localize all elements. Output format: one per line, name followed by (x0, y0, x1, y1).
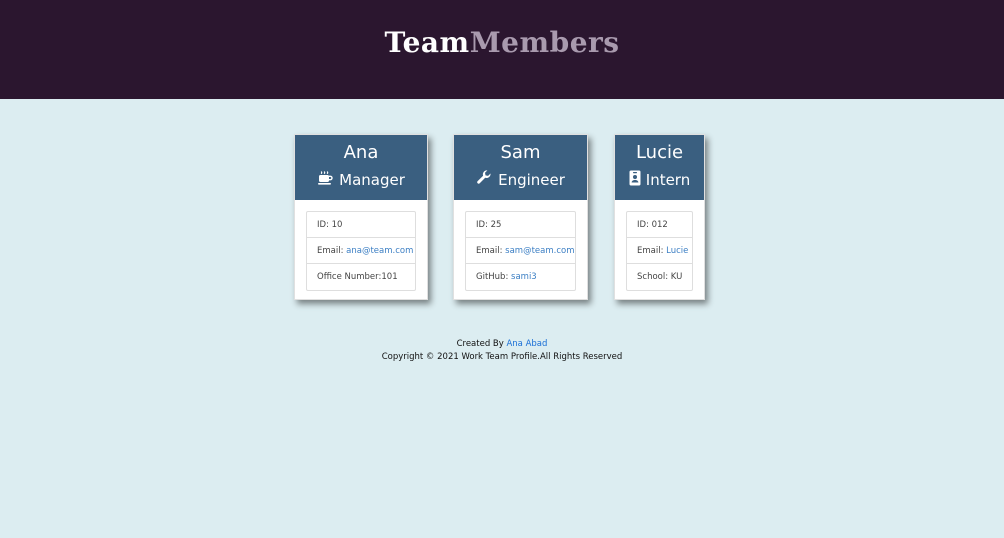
github-label: GitHub: (476, 272, 512, 282)
page-footer: Created By Ana Abad Copyright © 2021 Wor… (0, 338, 1004, 364)
office-number-value: 101 (381, 272, 398, 282)
employee-email-row: Email: Lucie (627, 238, 692, 264)
page-header: TeamMembers (0, 0, 1004, 99)
employee-name: Lucie (635, 142, 684, 163)
email-label: Email: (317, 246, 347, 256)
wrench-icon (476, 170, 492, 190)
role-label: Engineer (498, 171, 565, 189)
role-label: Intern (645, 171, 691, 189)
employee-id: ID: 10 (307, 212, 415, 238)
employee-details: ID: 25 Email: sam@team.com GitHub: sami3 (465, 211, 576, 291)
copyright-text: Copyright © 2021 Work Team Profile.All R… (381, 352, 623, 362)
role-label: Manager (339, 171, 405, 189)
employee-email-row: Email: sam@team.com (466, 238, 575, 264)
email-link[interactable]: sam@team.com (505, 246, 574, 256)
credits-line: Created By Ana Abad (0, 338, 1004, 351)
employee-id: ID: 25 (466, 212, 575, 238)
employee-role: Intern (615, 170, 704, 190)
employee-details: ID: 10 Email: ana@team.com Office Number… (306, 211, 416, 291)
github-row: GitHub: sami3 (466, 264, 575, 290)
school-row: School: KU (627, 264, 692, 290)
employee-details: ID: 012 Email: Lucie School: KU (626, 211, 693, 291)
employee-id: ID: 012 (627, 212, 692, 238)
coffee-icon (317, 170, 333, 190)
page-title: TeamMembers (384, 26, 619, 59)
office-number-label: Office Number: (317, 272, 382, 282)
office-number-row: Office Number:101 (307, 264, 415, 290)
id-badge-icon (629, 170, 641, 190)
employee-role: Engineer (454, 170, 587, 190)
email-link[interactable]: Lucie (666, 246, 688, 256)
employee-card-manager: Ana Manager ID: 10 Email: ana@team.com O… (294, 134, 428, 300)
employee-card-intern: Lucie Intern ID: 012 Email: Lucie School… (614, 134, 705, 300)
github-link[interactable]: sami3 (511, 272, 537, 282)
employee-card-engineer: Sam Engineer ID: 25 Email: sam@team.com … (453, 134, 588, 300)
brand-part-team: Team (384, 26, 470, 59)
card-header: Lucie Intern (615, 135, 704, 200)
card-header: Sam Engineer (454, 135, 587, 200)
school-label: School: (637, 272, 671, 282)
email-label: Email: (637, 246, 667, 256)
team-cards: Ana Manager ID: 10 Email: ana@team.com O… (0, 134, 1004, 304)
brand-part-members: Members (469, 26, 620, 59)
employee-name: Ana (343, 142, 379, 163)
school-value: KU (670, 272, 683, 282)
author-link[interactable]: Ana Abad (506, 339, 547, 349)
created-by-label: Created By (456, 339, 507, 349)
email-link[interactable]: ana@team.com (346, 246, 413, 256)
employee-role: Manager (295, 170, 427, 190)
card-header: Ana Manager (295, 135, 427, 200)
employee-email-row: Email: ana@team.com (307, 238, 415, 264)
email-label: Email: (476, 246, 506, 256)
employee-name: Sam (500, 142, 541, 163)
